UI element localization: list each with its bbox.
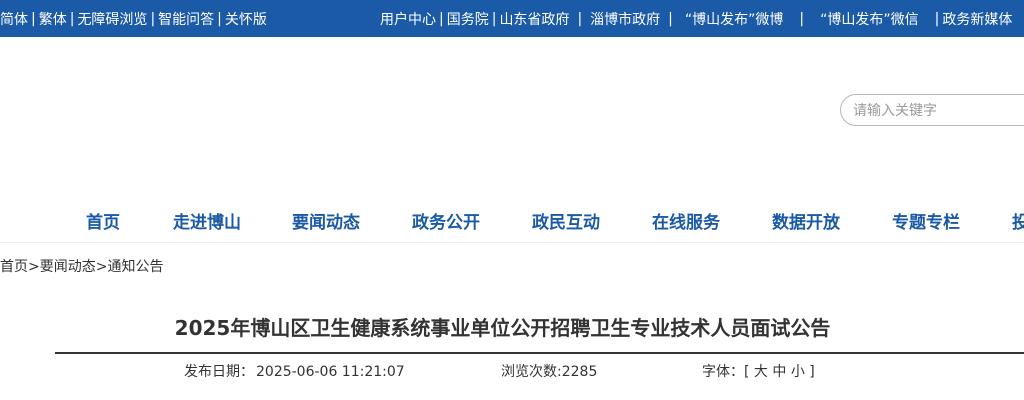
font-size-medium-button[interactable]: 中	[772, 364, 786, 380]
font-size-label: 字体：[	[702, 364, 750, 380]
top-link-state-council[interactable]: 国务院	[447, 9, 489, 29]
nav-item-cut-off[interactable]: 投	[1012, 208, 1024, 233]
separator: |	[799, 10, 805, 27]
separator: |	[69, 10, 75, 27]
main-nav: 首页 走进博山 要闻动态 政务公开 政民互动 在线服务 数据开放 专题专栏 投	[0, 196, 1024, 243]
nav-item-open-data[interactable]: 数据开放	[772, 208, 840, 233]
nav-item-gov-affairs[interactable]: 政务公开	[412, 208, 480, 233]
nav-item-home[interactable]: 首页	[86, 208, 120, 233]
separator: |	[934, 10, 940, 27]
top-link-accessibility[interactable]: 无障碍浏览	[77, 9, 147, 29]
breadcrumb-separator: >	[95, 259, 108, 275]
breadcrumb-news[interactable]: 要闻动态	[40, 259, 96, 275]
separator: |	[150, 10, 156, 27]
top-bar-left-links: 简体 | 繁体 | 无障碍浏览 | 智能问答 | 关怀版	[0, 0, 267, 37]
breadcrumb: 首页>要闻动态>通知公告	[0, 256, 163, 276]
top-link-traditional[interactable]: 繁体	[39, 9, 67, 29]
top-link-care-mode[interactable]: 关怀版	[225, 9, 267, 29]
top-link-wechat[interactable]: “博山发布”微信	[820, 9, 919, 29]
publish-date: 发布日期： 2025-06-06 11:21:07	[184, 361, 405, 381]
font-size-controls: 字体：[ 大 中 小 ]	[702, 361, 815, 381]
view-count: 浏览次数:2285	[501, 361, 597, 381]
title-divider	[55, 352, 1024, 354]
separator: |	[668, 10, 673, 27]
top-link-weibo[interactable]: “博山发布”微博	[685, 9, 784, 29]
breadcrumb-home[interactable]: 首页	[0, 259, 28, 275]
top-link-shandong-gov[interactable]: 山东省政府	[499, 9, 569, 29]
top-link-simplified[interactable]: 简体	[0, 9, 28, 29]
font-size-large-button[interactable]: 大	[754, 364, 768, 380]
top-link-new-media[interactable]: 政务新媒体	[942, 9, 1012, 29]
separator: |	[217, 10, 222, 27]
breadcrumb-separator: >	[28, 259, 40, 275]
top-link-smart-qa[interactable]: 智能问答	[158, 9, 214, 29]
breadcrumb-notices[interactable]: 通知公告	[107, 259, 163, 275]
nav-item-about-boshan[interactable]: 走进博山	[173, 208, 241, 233]
nav-item-special-topics[interactable]: 专题专栏	[892, 208, 960, 233]
article-title: 2025年博山区卫生健康系统事业单位公开招聘卫生专业技术人员面试公告	[174, 316, 831, 340]
view-count-label: 浏览次数:	[501, 364, 562, 380]
separator: |	[31, 10, 36, 27]
separator: |	[491, 10, 497, 27]
nav-item-online-services[interactable]: 在线服务	[652, 208, 720, 233]
search-box	[840, 94, 1024, 127]
search-input[interactable]	[851, 95, 1024, 127]
nav-item-news[interactable]: 要闻动态	[292, 208, 360, 233]
view-count-value: 2285	[561, 364, 598, 380]
nav-item-interaction[interactable]: 政民互动	[532, 208, 600, 233]
top-link-zibo-gov[interactable]: 淄博市政府	[590, 9, 660, 29]
top-bar: 简体 | 繁体 | 无障碍浏览 | 智能问答 | 关怀版 用户中心 | 国务院 …	[0, 0, 1024, 37]
separator: |	[577, 10, 583, 27]
publish-date-label: 发布日期：	[184, 364, 254, 380]
font-size-small-button[interactable]: 小	[791, 364, 805, 380]
publish-date-value: 2025-06-06 11:21:07	[256, 364, 405, 380]
font-size-close-bracket: ]	[809, 364, 815, 380]
top-link-user-center[interactable]: 用户中心	[380, 9, 436, 29]
top-bar-right-links: 用户中心 | 国务院 | 山东省政府 | 淄博市政府 | “博山发布”微博 | …	[380, 0, 1012, 37]
separator: |	[439, 10, 444, 27]
